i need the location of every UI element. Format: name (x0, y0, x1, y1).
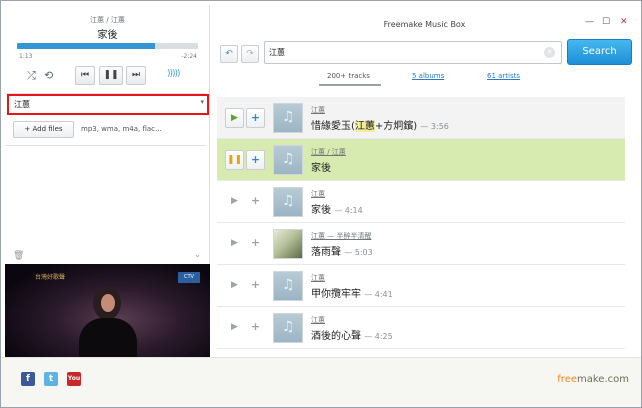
brand-link[interactable]: freemake.com (557, 374, 629, 385)
add-to-playlist-icon[interactable]: + (246, 276, 265, 296)
track-row[interactable]: ▶ + 江蕙 — 半醉半清醒 落雨聲 — 5:03 (217, 223, 625, 265)
tab-tracks[interactable]: 200+ tracks (327, 72, 370, 80)
app-title: Freemake Music Box (383, 20, 466, 29)
next-button[interactable]: ⏭ (126, 66, 146, 85)
track-artist[interactable]: 江蕙 / 江蕙 (311, 147, 346, 157)
add-files-button[interactable]: + Add files (13, 121, 74, 138)
search-input[interactable] (269, 45, 529, 60)
track-artist[interactable]: 江蕙 (311, 315, 325, 325)
track-artist[interactable]: 江蕙 (311, 105, 325, 115)
track-title: 酒後的心聲 — 4:25 (311, 331, 393, 342)
volume-icon[interactable]: ))))) (167, 69, 181, 79)
progress-fill (17, 43, 155, 49)
track-artist[interactable]: 江蕙 — 半醉半清醒 (311, 231, 371, 241)
previous-button[interactable]: ⏮ (75, 66, 95, 85)
add-to-playlist-icon[interactable]: + (246, 150, 265, 170)
add-to-playlist-icon[interactable]: + (246, 318, 265, 338)
trash-icon[interactable]: 🗑 (13, 251, 24, 261)
album-cover (273, 145, 303, 175)
track-artist[interactable]: 江蕙 (311, 189, 325, 199)
track-title: 惜緣愛玉(江蕙+方炯鑌) — 3:56 (311, 121, 449, 132)
track-row-playing[interactable]: ❚❚ + 江蕙 / 江蕙 家後 (217, 139, 625, 181)
track-title: 甲你攬牢牢 — 4:41 (311, 289, 393, 300)
back-button[interactable]: ↶ (220, 45, 238, 63)
track-title: 家後 — 4:14 (311, 205, 363, 216)
album-cover (273, 187, 303, 217)
library-panel: Freemake Music Box — ☐ ✕ ↶ ↷ ✕ Search 20… (211, 5, 638, 357)
singer-body (79, 318, 137, 357)
add-to-playlist-icon[interactable]: + (246, 108, 265, 128)
shuffle-icon[interactable]: ⤮ (27, 69, 36, 83)
tab-albums[interactable]: 5 albums (412, 72, 444, 80)
forward-button[interactable]: ↷ (241, 45, 259, 63)
play-icon[interactable]: ▶ (225, 108, 244, 128)
clear-search-icon[interactable]: ✕ (544, 47, 555, 58)
minimize-button[interactable]: — (585, 17, 594, 27)
album-cover-photo (273, 229, 303, 259)
tab-artists[interactable]: 61 artists (487, 72, 520, 80)
track-row[interactable]: ▶ + 江蕙 惜緣愛玉(江蕙+方炯鑌) — 3:56 (217, 97, 625, 139)
close-button[interactable]: ✕ (620, 17, 628, 27)
maximize-button[interactable]: ☐ (602, 17, 610, 27)
twitter-icon[interactable]: t (44, 372, 58, 386)
pause-icon[interactable]: ❚❚ (225, 150, 244, 170)
collapse-icon[interactable]: ⌄ (194, 250, 201, 259)
playlist-selected: 江蕙 (14, 100, 30, 109)
chevron-down-icon: ▾ (200, 98, 204, 106)
play-icon[interactable]: ▶ (225, 318, 244, 338)
singer-face (101, 294, 115, 312)
video-caption: 台灣好歌聲 (35, 274, 66, 281)
track-title: 落雨聲 — 5:03 (311, 247, 373, 258)
channel-logo: CTV (178, 272, 200, 283)
repeat-icon[interactable]: ⟲ (44, 69, 53, 82)
playlist-dropdown[interactable]: 江蕙 ▾ (7, 94, 209, 115)
track-artist[interactable]: 江蕙 (311, 273, 325, 283)
track-title: 家後 (311, 163, 331, 174)
album-cover (273, 103, 303, 133)
footer-bar: f t You freemake.com (1, 357, 641, 407)
play-icon[interactable]: ▶ (225, 234, 244, 254)
search-button[interactable]: Search (567, 39, 632, 65)
now-playing-artist: 江蕙 / 江蕙 (90, 16, 125, 24)
supported-formats: mp3, wma, m4a, flac... (81, 125, 162, 133)
track-row[interactable]: ▶ + 江蕙 酒後的心聲 — 4:25 (217, 307, 625, 349)
track-row[interactable]: ▶ + 江蕙 甲你攬牢牢 — 4:41 (217, 265, 625, 307)
now-playing-title: 家後 (97, 30, 118, 41)
track-list: ▶ + 江蕙 惜緣愛玉(江蕙+方炯鑌) — 3:56 ❚❚ + 江蕙 / 江蕙 … (217, 97, 625, 355)
play-icon[interactable]: ▶ (225, 276, 244, 296)
divider (5, 145, 206, 146)
add-to-playlist-icon[interactable]: + (246, 192, 265, 212)
search-field[interactable]: ✕ (264, 41, 562, 64)
playback-progress-bar[interactable] (17, 43, 198, 49)
video-preview[interactable]: 台灣好歌聲 CTV (5, 264, 210, 357)
play-icon[interactable]: ▶ (225, 192, 244, 212)
remaining-time: -2:24 (181, 53, 197, 60)
facebook-icon[interactable]: f (21, 372, 35, 386)
elapsed-time: 1:13 (19, 53, 33, 60)
album-cover (273, 271, 303, 301)
track-row[interactable]: ▶ + 江蕙 家後 — 4:14 (217, 181, 625, 223)
active-tab-indicator (319, 84, 381, 86)
album-cover (273, 313, 303, 343)
pause-button[interactable]: ❚❚ (99, 66, 123, 85)
add-to-playlist-icon[interactable]: + (246, 234, 265, 254)
youtube-icon[interactable]: You (67, 372, 81, 386)
app-window: 江蕙 / 江蕙 家後 1:13 -2:24 ⤮ ⟲ ⏮ ❚❚ ⏭ ))))) 江… (0, 0, 642, 408)
